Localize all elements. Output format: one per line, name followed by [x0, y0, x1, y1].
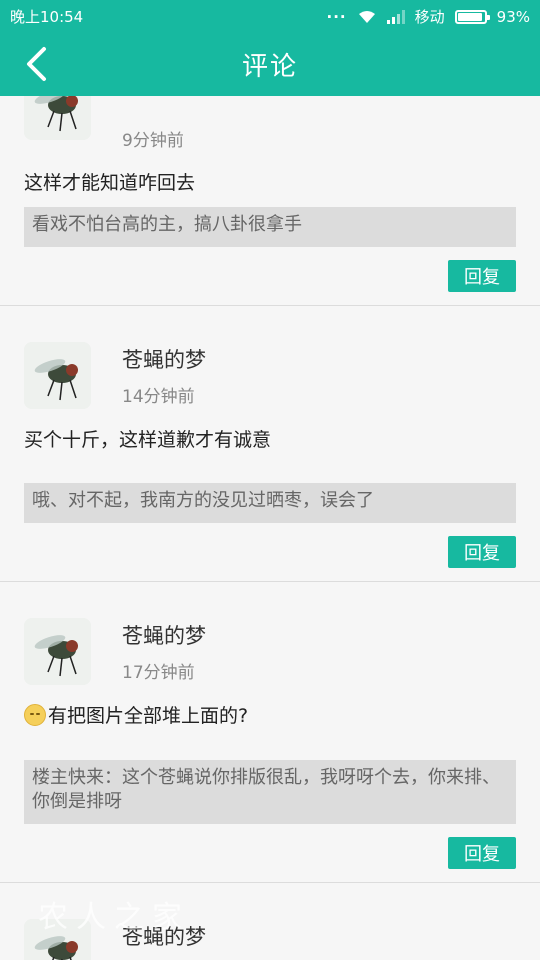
reply-button[interactable]: 回复 [448, 837, 516, 869]
comment-card: 苍蝇的梦 17分钟前 有把图片全部堆上面的? 楼主快来：这个苍蝇说你排版很乱，我… [0, 582, 540, 882]
emoji-icon [24, 704, 46, 726]
reply-quote: 哦、对不起，我南方的没见过晒枣，误会了 [24, 483, 516, 523]
comment-time: 9分钟前 [122, 131, 184, 151]
fly-avatar-icon [24, 342, 91, 409]
page-title: 评论 [241, 52, 298, 82]
comment-text: 买个十斤，这样道歉才有诚意 [24, 429, 272, 451]
comment-time: 17分钟前 [122, 663, 195, 683]
avatar[interactable] [24, 96, 91, 140]
top-app-bar: 评论 [0, 30, 540, 96]
reply-button[interactable]: 回复 [448, 260, 516, 292]
more-dots-icon: ··· [326, 7, 347, 26]
username[interactable]: 苍蝇的梦 [122, 620, 206, 650]
reply-quote: 看戏不怕台高的主，搞八卦很拿手 [24, 207, 516, 247]
battery-icon [454, 9, 490, 24]
status-right-group: ··· 移动 93% [327, 6, 530, 27]
comment-text-row: 有把图片全部堆上面的? [24, 701, 248, 728]
wifi-icon [358, 10, 375, 23]
reply-button[interactable]: 回复 [448, 536, 516, 568]
comment-time: 14分钟前 [122, 387, 195, 407]
watermark: 农人之家 [38, 900, 190, 935]
username[interactable]: 苍蝇的梦 [122, 344, 206, 374]
carrier-label: 移动 [414, 8, 445, 26]
avatar[interactable] [24, 618, 91, 685]
comment-list[interactable]: 9分钟前 这样才能知道咋回去 看戏不怕台高的主，搞八卦很拿手 回复 苍蝇的梦 1… [0, 96, 540, 960]
signal-icon [386, 9, 405, 24]
status-bar: 晚上10:54 ··· 移动 93% [0, 0, 540, 30]
comment-text: 有把图片全部堆上面的? [48, 705, 249, 727]
comment-text: 这样才能知道咋回去 [24, 172, 196, 194]
battery-label: 93% [496, 7, 530, 26]
comment-card: 苍蝇的梦 14分钟前 买个十斤，这样道歉才有诚意 哦、对不起，我南方的没见过晒枣… [0, 306, 540, 581]
fly-avatar-icon [24, 618, 91, 685]
comment-card: 9分钟前 这样才能知道咋回去 看戏不怕台高的主，搞八卦很拿手 回复 [0, 96, 540, 306]
status-time: 晚上10:54 [10, 8, 84, 26]
fly-avatar-icon [24, 96, 91, 140]
avatar[interactable] [24, 342, 91, 409]
reply-quote: 楼主快来：这个苍蝇说你排版很乱，我呀呀个去，你来排、你倒是排呀 [24, 760, 516, 824]
